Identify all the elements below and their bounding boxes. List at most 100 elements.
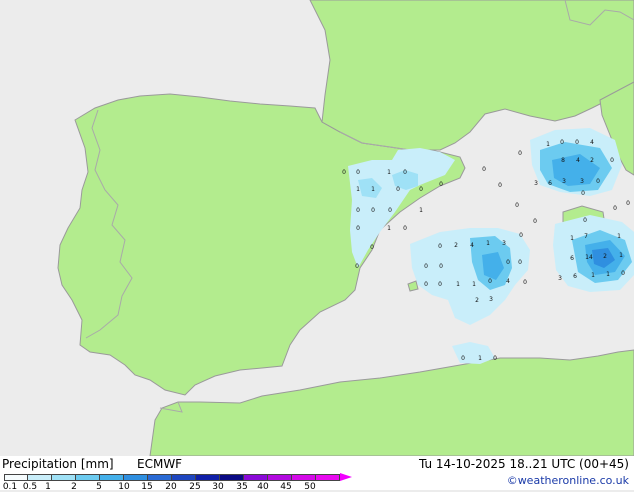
colorbar-tick-label: 25	[189, 482, 201, 492]
colorbar-swatch	[100, 474, 124, 481]
point-value: 3	[580, 178, 584, 185]
point-value: 0	[613, 205, 617, 212]
colorbar-tick-label: 20	[165, 482, 177, 492]
point-value: 1	[371, 186, 375, 193]
point-value: 0	[419, 186, 423, 193]
point-value: 0	[533, 218, 537, 225]
point-value: 0	[396, 186, 400, 193]
point-value: 0	[519, 232, 523, 239]
colorbar-swatch	[244, 474, 268, 481]
point-value: 0	[518, 150, 522, 157]
point-value: 3	[562, 178, 566, 185]
point-value: 4	[576, 157, 580, 164]
point-value: 0	[342, 169, 346, 176]
point-value: 2	[454, 242, 458, 249]
colorbar-swatch	[220, 474, 244, 481]
point-value: 1	[472, 281, 476, 288]
point-value: 1	[387, 169, 391, 176]
colorbar-tick-label: 10	[118, 482, 130, 492]
colorbar-swatch	[4, 474, 28, 481]
point-value: 4	[590, 139, 594, 146]
point-value: 3	[558, 275, 562, 282]
colorbar-tick-label: 0.1	[2, 482, 18, 492]
point-value: 8	[561, 157, 565, 164]
point-value: 0	[596, 178, 600, 185]
point-value: 0	[356, 225, 360, 232]
product-title: Precipitation [mm]	[2, 457, 114, 471]
colorbar-tick-label: 35	[236, 482, 248, 492]
colorbar-swatch	[52, 474, 76, 481]
point-value: 6	[570, 255, 574, 262]
point-value: 0	[356, 207, 360, 214]
point-value: 1	[617, 233, 621, 240]
point-value: 0	[626, 200, 630, 207]
colorbar-swatch	[316, 474, 340, 481]
point-value: 2	[603, 253, 607, 260]
colorbar	[4, 473, 352, 481]
point-value: 0	[506, 259, 510, 266]
point-value: 0	[583, 217, 587, 224]
footer: Precipitation [mm] ECMWF Tu 14-10-2025 1…	[0, 456, 634, 492]
point-value: 0	[523, 279, 527, 286]
colorbar-tick-label: 1	[45, 482, 51, 492]
point-value: 1	[591, 272, 595, 279]
colorbar-tick-label: 0.5	[22, 482, 38, 492]
point-value: 0	[482, 166, 486, 173]
point-value: 2	[475, 297, 479, 304]
point-value: 0	[355, 263, 359, 270]
colorbar-tick-label: 2	[71, 482, 77, 492]
site-credit[interactable]: ©weatheronline.co.uk	[507, 474, 629, 487]
point-value: 1	[456, 281, 460, 288]
point-value: 0	[439, 181, 443, 188]
colorbar-tick-label: 5	[96, 482, 102, 492]
point-value: 0	[621, 270, 625, 277]
point-value: 0	[518, 259, 522, 266]
point-value: 0	[424, 263, 428, 270]
colorbar-swatch	[148, 474, 172, 481]
point-value: 3	[502, 240, 506, 247]
point-value: 0	[488, 278, 492, 285]
point-value: 0	[388, 207, 392, 214]
colorbar-swatch	[28, 474, 52, 481]
point-value: 1	[478, 355, 482, 362]
point-value: 3	[534, 180, 538, 187]
colorbar-tick-label: 15	[141, 482, 153, 492]
model-name: ECMWF	[137, 457, 183, 471]
point-value: 1	[606, 271, 610, 278]
valid-time: Tu 14-10-2025 18..21 UTC (00+45)	[418, 457, 629, 471]
colorbar-tick-label: 30	[212, 482, 224, 492]
colorbar-swatch	[196, 474, 220, 481]
point-value: 1	[619, 252, 623, 259]
point-value: 1	[387, 225, 391, 232]
colorbar-swatch	[124, 474, 148, 481]
colorbar-swatch	[172, 474, 196, 481]
point-value: 0	[610, 157, 614, 164]
colorbar-swatch	[292, 474, 316, 481]
point-value: 0	[424, 281, 428, 288]
point-value: 0	[438, 243, 442, 250]
point-value: 0	[575, 139, 579, 146]
precipitation-map: 0 0 1 0 1 1 0 0 0 0 0 1 0 1 0 0 0 0 0 0 0 0 0 0 0 2 4 1 3 0 0 0 4 0 0 0 1 1 0 3…	[0, 0, 634, 456]
point-value: 0	[438, 281, 442, 288]
point-value: 1	[486, 240, 490, 247]
colorbar-swatch	[268, 474, 292, 481]
point-value: 0	[560, 139, 564, 146]
point-value: 1	[419, 207, 423, 214]
point-value: 1	[546, 141, 550, 148]
colorbar-arrow	[340, 473, 352, 481]
point-value: 4	[506, 278, 510, 285]
point-value: 0	[439, 263, 443, 270]
point-value: 0	[371, 207, 375, 214]
point-value: 0	[356, 169, 360, 176]
point-value: 7	[584, 233, 588, 240]
point-value: 0	[498, 182, 502, 189]
colorbar-tick-label: 40	[257, 482, 269, 492]
point-value: 14	[585, 254, 593, 261]
point-value: 0	[370, 244, 374, 251]
colorbar-ticks: 0.1 0.5 1 2 5 10 15 20 25 30 35 40 45 50	[0, 482, 340, 492]
point-value: 0	[461, 355, 465, 362]
point-value: 1	[356, 186, 360, 193]
colorbar-tick-label: 45	[280, 482, 292, 492]
point-value: 0	[403, 169, 407, 176]
point-value: 4	[470, 242, 474, 249]
